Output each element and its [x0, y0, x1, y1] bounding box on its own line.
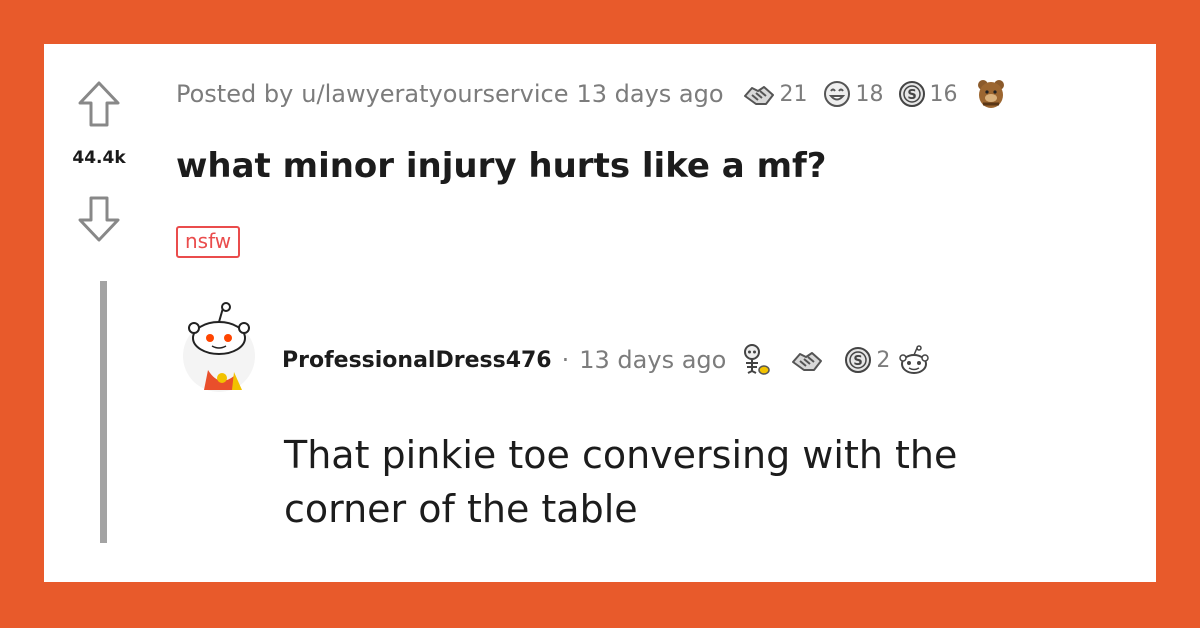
bear-award-icon: [977, 80, 1004, 108]
post-award-bear[interactable]: [976, 78, 1006, 110]
post-award-laughing[interactable]: 18: [822, 80, 884, 108]
post-score: 44.4k: [72, 148, 126, 168]
handshake-award-icon: [743, 86, 774, 105]
comment-time: 13 days ago: [579, 346, 727, 374]
upvote-button[interactable]: [72, 79, 126, 129]
snoo-avatar-icon: [183, 302, 255, 392]
post-time: 13 days ago: [576, 80, 724, 108]
comment-award-skeleton[interactable]: [740, 343, 772, 377]
handshake-award-icon: [792, 352, 823, 371]
post-title[interactable]: what minor injury hurts like a mf?: [176, 146, 827, 186]
comment-author-link[interactable]: ProfessionalDress476: [282, 348, 552, 373]
downvote-arrow-icon: [78, 196, 120, 242]
silver-award-icon: S: [898, 81, 925, 107]
reddit-card: 44.4k Posted by u/lawyeratyourservice 13…: [44, 44, 1156, 582]
post-award-handshake[interactable]: 21: [742, 80, 808, 108]
comment-thread-line[interactable]: [100, 281, 107, 543]
snoo-award-icon: [899, 345, 930, 374]
post-author-link[interactable]: u/lawyeratyourservice: [301, 80, 568, 108]
nsfw-tag: nsfw: [176, 226, 241, 258]
skeleton-award-icon: [744, 344, 771, 375]
comment-award-handshake[interactable]: [790, 346, 824, 374]
award-count: 18: [855, 81, 884, 107]
post-award-silver[interactable]: S 16: [898, 80, 958, 108]
upvote-arrow-icon: [78, 81, 120, 127]
laughing-face-award-icon: [823, 81, 850, 107]
meta-separator: ·: [561, 346, 570, 374]
award-count: 16: [929, 81, 958, 107]
post-meta: Posted by u/lawyeratyourservice 13 days …: [176, 78, 1006, 110]
downvote-button[interactable]: [72, 194, 126, 244]
award-count: 21: [779, 81, 808, 107]
comment-body: That pinkie toe conversing with the corn…: [284, 433, 958, 531]
svg-text:S: S: [854, 354, 863, 369]
comment-meta: ProfessionalDress476 · 13 days ago S 2: [282, 343, 930, 377]
comment-award-snoo[interactable]: [898, 345, 930, 375]
silver-award-icon: S: [845, 347, 872, 373]
avatar[interactable]: [176, 298, 262, 398]
comment-award-silver[interactable]: S 2: [844, 346, 890, 374]
svg-text:S: S: [907, 88, 916, 103]
posted-by-label: Posted by: [176, 80, 294, 108]
award-count: 2: [876, 347, 891, 373]
